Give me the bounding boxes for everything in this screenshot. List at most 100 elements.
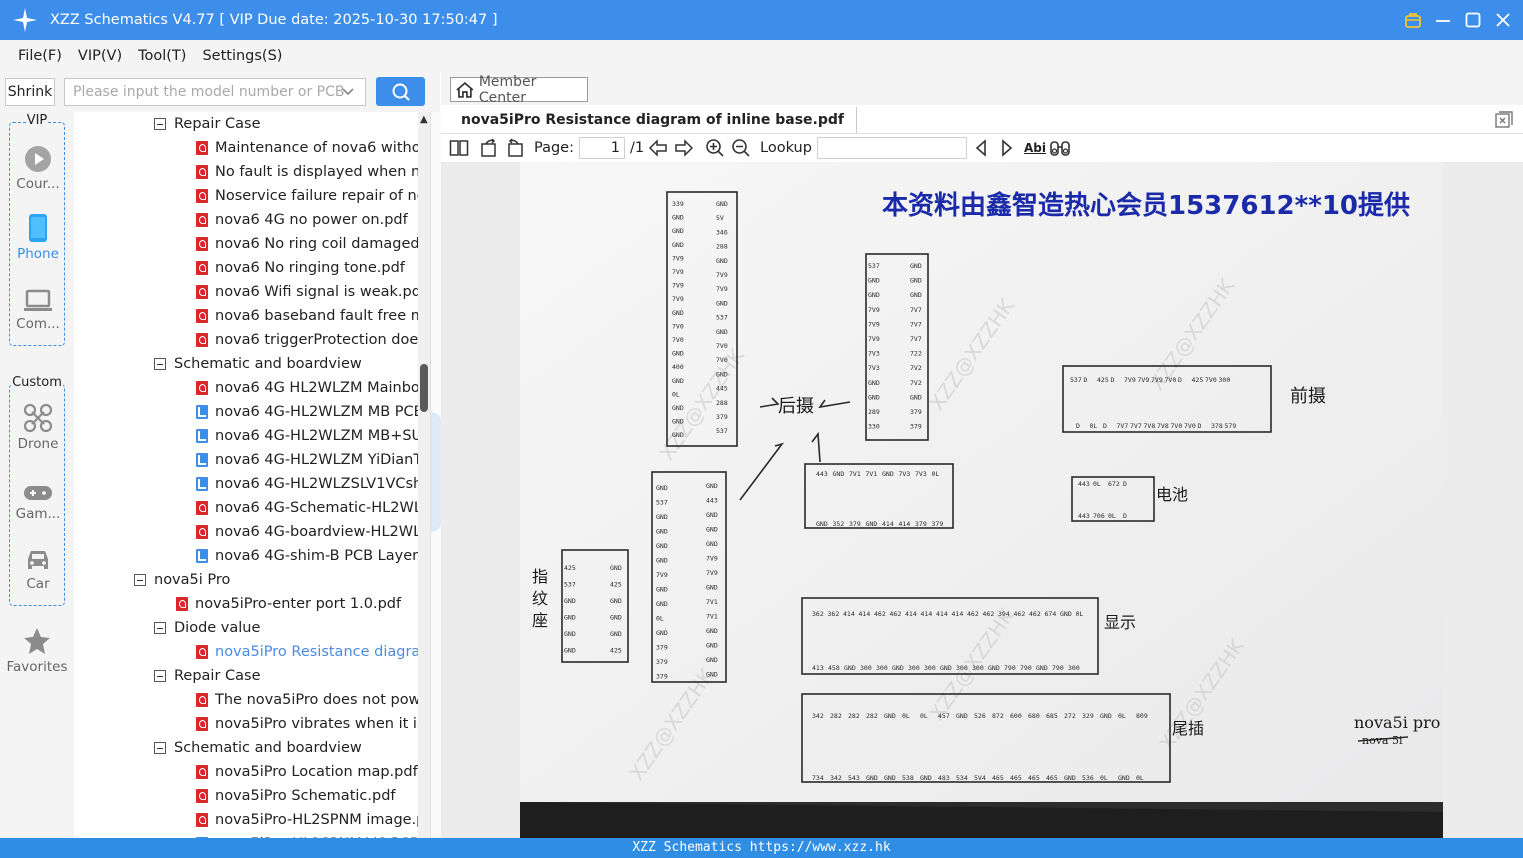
menu-tool[interactable]: Tool(T) [138, 48, 186, 64]
tree-file[interactable]: nova5iPro-enter port 1.0.pdf [176, 592, 418, 616]
tree-folder[interactable]: nova5i Pro [134, 568, 418, 592]
shrink-button[interactable]: Shrink [5, 78, 55, 106]
vip-bag-icon[interactable] [1403, 10, 1423, 30]
tree-file[interactable]: nova6 4G-boardview-HL2WLZM [196, 520, 418, 544]
pane-splitter[interactable] [430, 112, 441, 838]
tree-file[interactable]: No fault is displayed when nova [196, 160, 418, 184]
tree-item-label: nova5iPro Location map.pdf [215, 764, 418, 780]
pin-label: GND [564, 630, 576, 638]
close-button[interactable] [1493, 10, 1513, 30]
match-case-icon[interactable]: Abi [1024, 138, 1046, 158]
two-page-icon[interactable] [449, 138, 469, 158]
tree-file[interactable]: nova6 4G-HL2WLZM YiDianTon [196, 448, 418, 472]
menu-vip[interactable]: VIP(V) [78, 48, 122, 64]
pin-label: 346 [716, 228, 728, 236]
member-center-button[interactable]: Member Center [450, 74, 588, 106]
tree-file[interactable]: nova5iPro Location map.pdf [196, 760, 418, 784]
pin-label: GND [1064, 774, 1076, 782]
page-number-input[interactable]: 1 [579, 137, 625, 159]
tree-file[interactable]: The nova5iPro does not power [196, 688, 418, 712]
tree-file[interactable]: nova6 4G HL2WLZM Mainbord [196, 376, 418, 400]
scroll-up-icon[interactable]: ▲ [420, 114, 428, 125]
tree-file[interactable]: nova5iPro Schematic.pdf [196, 784, 418, 808]
tree-item-label: Maintenance of nova6 without [215, 140, 418, 156]
pin-label: 288 [716, 399, 728, 407]
tree-file[interactable]: nova6 No ringing tone.pdf [196, 256, 418, 280]
tab-document[interactable]: nova5iPro Resistance diagram of inline b… [449, 107, 858, 133]
nav-phone[interactable]: Phone [10, 213, 66, 262]
collapse-toggle-icon[interactable] [134, 574, 146, 586]
zoom-in-icon[interactable] [705, 138, 725, 158]
find-previous-icon[interactable] [973, 138, 989, 158]
chevron-down-icon[interactable] [341, 85, 355, 99]
pin-label: GND [656, 484, 668, 492]
tree-folder[interactable]: Schematic and boardview [154, 352, 418, 376]
pin-label: 379 [656, 658, 668, 666]
collapse-toggle-icon[interactable] [154, 118, 166, 130]
splitter-grip[interactable] [431, 412, 441, 532]
pin-label: 7V9 [716, 285, 728, 293]
collapse-toggle-icon[interactable] [154, 670, 166, 682]
lookup-input[interactable] [817, 137, 967, 159]
nav-game[interactable]: Gam... [10, 473, 66, 522]
tree-file[interactable]: nova6 4G-HL2WLZSLV1VCshim- [196, 472, 418, 496]
find-next-icon[interactable] [999, 138, 1015, 158]
tree-file[interactable]: nova6 4G-HL2WLZM MB PCB la [196, 400, 418, 424]
tree-file[interactable]: nova5iPro-HL2SPNM image.pdf [196, 808, 418, 832]
nav-car[interactable]: Car [10, 543, 66, 592]
minimize-button[interactable] [1433, 10, 1453, 30]
menu-settings[interactable]: Settings(S) [202, 48, 282, 64]
collapse-toggle-icon[interactable] [154, 742, 166, 754]
document-canvas[interactable]: XZZ@XZZHK XZZ@XZZHK XZZ@XZZHK XZZ@XZZHK XZZ@… [441, 162, 1523, 838]
tree-file[interactable]: Maintenance of nova6 without [196, 136, 418, 160]
laptop-icon [24, 289, 52, 311]
search-button[interactable] [376, 77, 425, 106]
rotate-left-icon[interactable] [479, 138, 499, 158]
pin-label: 600 [1010, 712, 1022, 720]
menu-bar: File(F) VIP(V) Tool(T) Settings(S) [0, 40, 1523, 72]
collapse-toggle-icon[interactable] [154, 622, 166, 634]
tree-file[interactable]: nova6 4G-shim-B PCB Layer.pcb [196, 544, 418, 568]
tree-file[interactable]: Noservice failure repair of nova [196, 184, 418, 208]
tree-folder[interactable]: Repair Case [154, 664, 418, 688]
pin-label: 352 [833, 520, 845, 528]
pcb-file-icon [196, 405, 208, 419]
scroll-thumb[interactable] [420, 364, 428, 412]
tree-file[interactable]: nova6 4G no power on.pdf [196, 208, 418, 232]
tree-folder[interactable]: Repair Case [154, 112, 418, 136]
menu-file[interactable]: File(F) [18, 48, 62, 64]
collapse-toggle-icon[interactable] [154, 358, 166, 370]
pin-label: 414 [921, 610, 933, 618]
nav-computer[interactable]: Com... [10, 283, 66, 332]
rotate-right-icon[interactable] [505, 138, 525, 158]
previous-page-icon[interactable] [648, 138, 668, 158]
pdf-file-icon [196, 309, 208, 323]
next-page-icon[interactable] [674, 138, 694, 158]
maximize-button[interactable] [1463, 10, 1483, 30]
nav-courses[interactable]: Cour... [10, 143, 66, 192]
zoom-out-icon[interactable] [731, 138, 751, 158]
tree-file[interactable]: nova5iPro Resistance diagram o [196, 640, 418, 664]
tree-file[interactable]: nova6 4G-HL2WLZM MB+SUB Y [196, 424, 418, 448]
tree-folder[interactable]: Diode value [154, 616, 418, 640]
tree-file[interactable]: nova6 triggerProtection does n [196, 328, 418, 352]
tree-file[interactable]: nova5iPro vibrates when it is sw [196, 712, 418, 736]
tree-file[interactable]: nova6 Wifi signal is weak.pdf [196, 280, 418, 304]
tree-folder[interactable]: Schematic and boardview [154, 736, 418, 760]
nav-drone[interactable]: Drone [10, 403, 66, 452]
pin-label: 462 [890, 610, 902, 618]
tree-file[interactable]: nova6 No ring coil damaged.pd [196, 232, 418, 256]
close-tabs-icon[interactable] [1495, 111, 1513, 129]
tree-file[interactable]: nova6 4G-Schematic-HL2WLZM [196, 496, 418, 520]
pin-label: 7V7 [1117, 422, 1129, 430]
pin-label: GND [610, 597, 622, 605]
tree-file[interactable]: nova6 baseband fault free mair [196, 304, 418, 328]
car-icon [28, 551, 48, 569]
nav-favorites[interactable]: Favorites [0, 626, 74, 675]
binoculars-icon[interactable] [1049, 138, 1071, 158]
pdf-file-icon [196, 189, 208, 203]
pin-label: 7V2 [910, 364, 922, 372]
search-input[interactable]: Please input the model number or PCB [64, 78, 366, 106]
tree-scrollbar[interactable]: ▲ [418, 112, 430, 838]
document-page: XZZ@XZZHK XZZ@XZZHK XZZ@XZZHK XZZ@XZZHK XZZ@… [520, 162, 1443, 838]
